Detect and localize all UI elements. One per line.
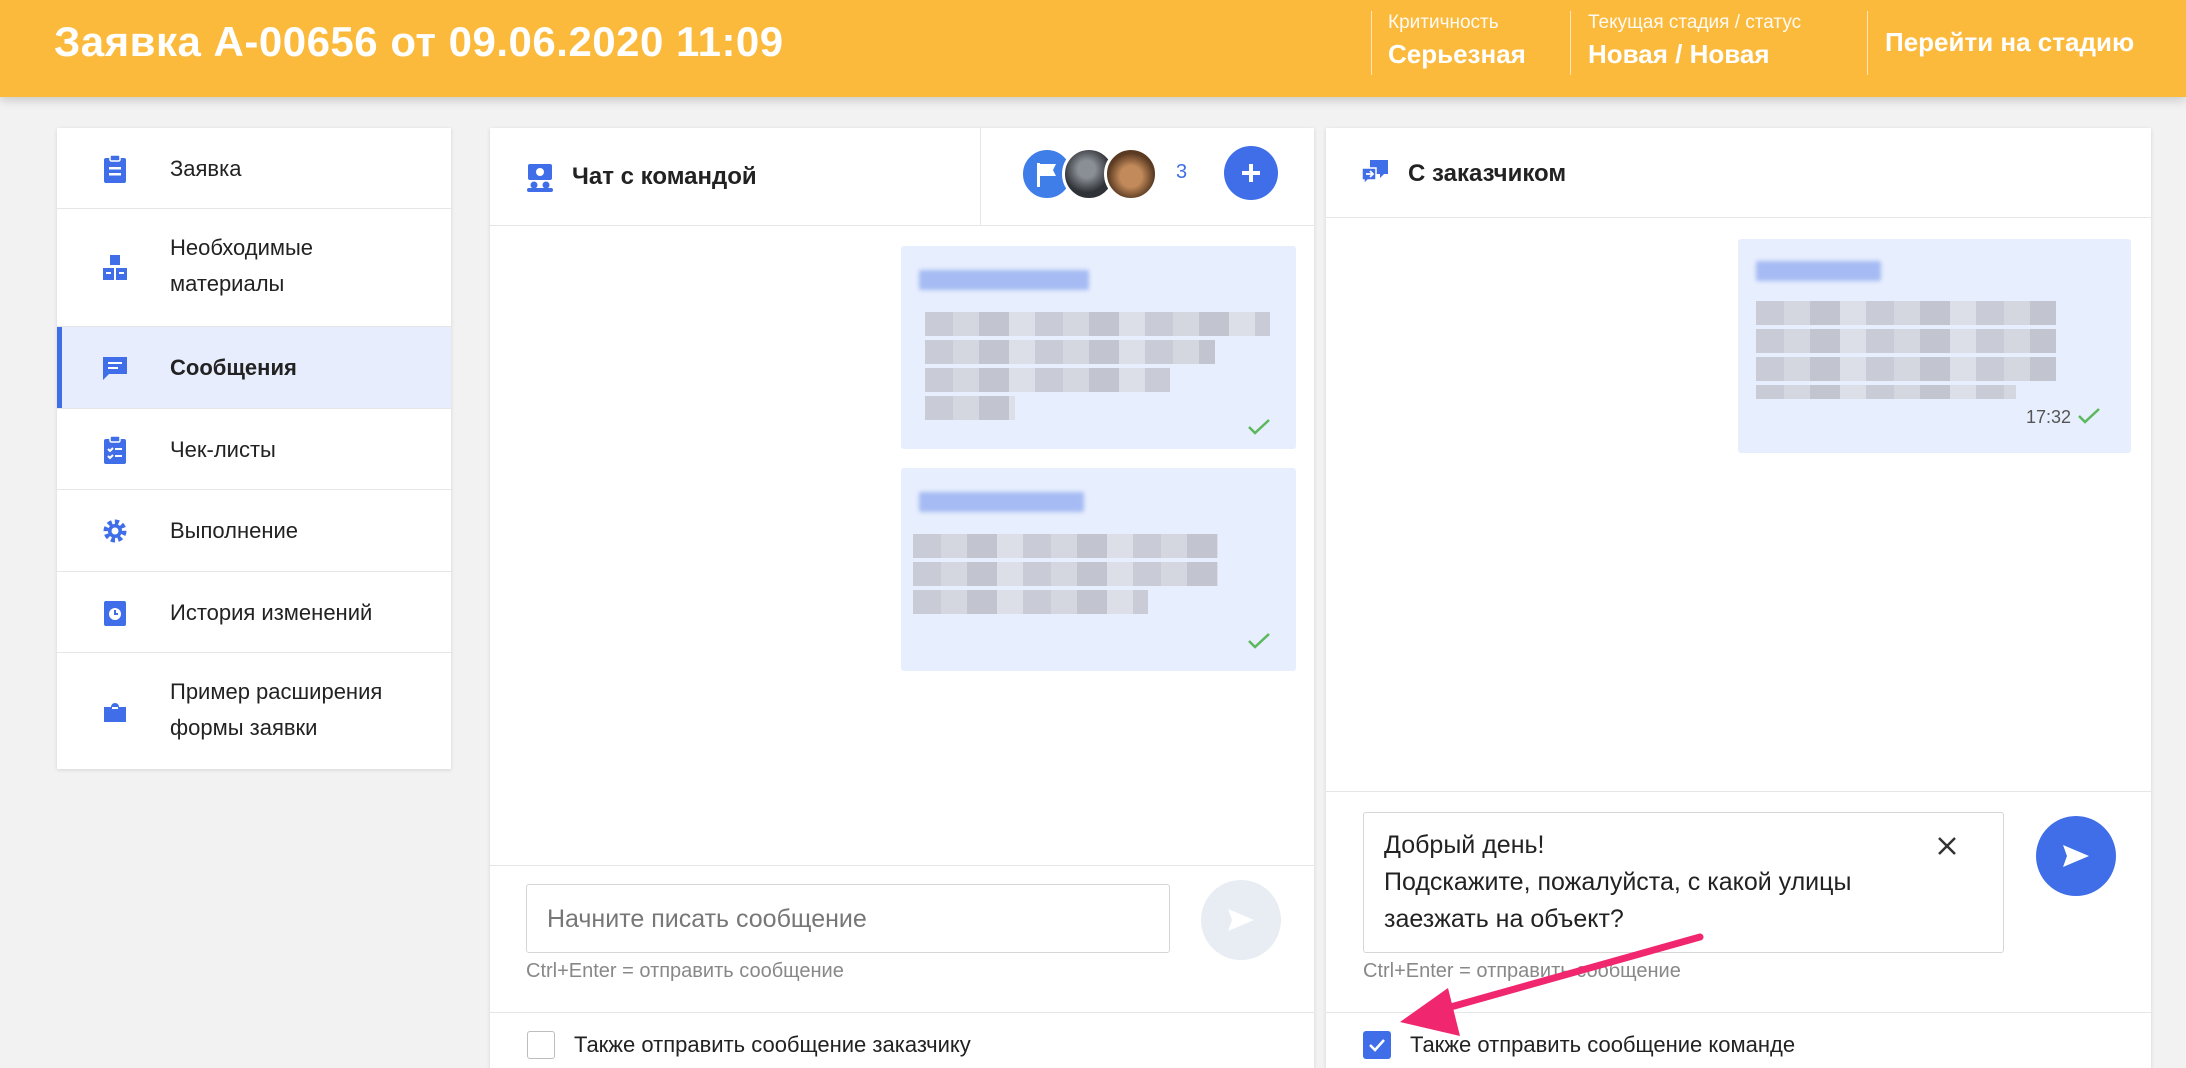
- blurred-text: [913, 590, 1148, 614]
- gear-icon: [101, 517, 129, 545]
- also-send-customer-label: Также отправить сообщение заказчику: [574, 1032, 971, 1057]
- send-icon: [2063, 845, 2089, 867]
- history-icon: [101, 599, 129, 627]
- header-divider: [1371, 11, 1372, 75]
- customer-chat-panel: С заказчиком 17:32 Добрый день! Подскажи…: [1326, 128, 2151, 1068]
- criticality-block: Критичность Серьезная: [1388, 11, 1526, 73]
- sidebar-item-label: Чек-листы: [170, 436, 276, 462]
- blurred-sender: [919, 492, 1084, 512]
- footer-divider: [1326, 1012, 2151, 1013]
- blurred-text: [925, 396, 1015, 420]
- sidebar-item-label: История изменений: [170, 599, 373, 625]
- also-send-customer-checkbox[interactable]: [527, 1031, 555, 1059]
- sidebar-item-execution[interactable]: Выполнение: [57, 490, 451, 572]
- stage-block: Текущая стадия / статус Новая / Новая: [1588, 11, 1801, 73]
- team-chat-header: Чат с командой 3: [490, 128, 1314, 226]
- message-icon: [101, 354, 129, 382]
- participants-count: 3: [1176, 161, 1188, 183]
- sidebar-item-label: Сообщения: [170, 355, 297, 380]
- customer-send-hint: Ctrl+Enter = отправить сообщение: [1363, 960, 1681, 982]
- sidebar-item-request[interactable]: Заявка: [57, 128, 451, 209]
- sidebar-nav: Заявка Необходимые материалы Сообщения Ч…: [57, 128, 451, 769]
- blurred-text: [925, 340, 1215, 364]
- team-chat-title: Чат с командой: [572, 163, 757, 190]
- team-send-hint: Ctrl+Enter = отправить сообщение: [526, 960, 844, 982]
- header-divider: [1867, 11, 1868, 75]
- blurred-text: [1756, 301, 2056, 325]
- customer-chat-title: С заказчиком: [1408, 160, 1567, 187]
- header-divider: [980, 128, 981, 226]
- message-time: 17:32: [2026, 407, 2072, 427]
- customer-input-text: Добрый день! Подскажите, пожалуйста, с к…: [1384, 831, 1852, 933]
- blurred-text: [913, 534, 1218, 558]
- header-divider: [1570, 11, 1571, 75]
- team-send-button[interactable]: [1201, 880, 1281, 960]
- composer-divider: [490, 865, 1314, 866]
- sidebar-item-label: Заявка: [170, 155, 242, 181]
- send-icon: [1228, 909, 1254, 931]
- stage-value: Новая / Новая: [1588, 39, 1770, 69]
- also-send-team-label: Также отправить сообщение команде: [1410, 1032, 1796, 1057]
- read-check-icon: [1248, 633, 1270, 649]
- customer-send-button[interactable]: [2036, 816, 2116, 896]
- sidebar-item-messages[interactable]: Сообщения: [57, 327, 451, 409]
- blurred-text: [1756, 385, 2016, 399]
- read-check-icon: [1248, 419, 1270, 435]
- stage-label: Текущая стадия / статус: [1588, 12, 1802, 33]
- blurred-text: [1756, 357, 2056, 381]
- composer-divider: [1326, 791, 2151, 792]
- goto-stage-button[interactable]: Перейти на стадию: [1885, 27, 2134, 58]
- participant-avatar[interactable]: [1104, 147, 1158, 201]
- chat-transfer-icon: [1361, 160, 1388, 186]
- blurred-text: [1756, 329, 2056, 353]
- team-input-placeholder: Начните писать сообщение: [547, 905, 867, 933]
- sidebar-item-materials[interactable]: Необходимые материалы: [57, 209, 451, 327]
- checkmark-icon: [1369, 1039, 1385, 1052]
- team-chat-panel: Чат с командой 3 Начните писать сообщени…: [490, 128, 1314, 1068]
- blurred-sender: [1756, 261, 1881, 281]
- criticality-value: Серьезная: [1388, 39, 1526, 69]
- message-bubble: [901, 468, 1296, 671]
- sidebar-item-label: Выполнение: [170, 518, 299, 543]
- blurred-text: [913, 562, 1218, 586]
- header-bar: Заявка А-00656 от 09.06.2020 11:09 Крити…: [0, 0, 2186, 97]
- checklist-icon: [101, 434, 129, 464]
- sidebar-item-label: Пример расширения формы заявки: [170, 679, 383, 740]
- plus-icon: [1242, 164, 1260, 182]
- footer-divider: [490, 1012, 1314, 1013]
- clipboard-icon: [101, 153, 129, 183]
- page-title: Заявка А-00656 от 09.06.2020 11:09: [54, 18, 784, 65]
- message-bubble: [901, 246, 1296, 449]
- puzzle-icon: [101, 697, 129, 725]
- sidebar-item-checklists[interactable]: Чек-листы: [57, 409, 451, 490]
- boxes-icon: [101, 254, 129, 282]
- sidebar-item-history[interactable]: История изменений: [57, 572, 451, 653]
- customer-message-input[interactable]: Добрый день! Подскажите, пожалуйста, с к…: [1363, 812, 2004, 953]
- blurred-text: [925, 312, 1270, 336]
- team-icon: [527, 164, 553, 192]
- also-send-team-checkbox[interactable]: [1363, 1031, 1391, 1059]
- message-bubble: 17:32: [1738, 239, 2131, 453]
- blurred-text: [925, 368, 1170, 392]
- sidebar-item-label: Необходимые материалы: [170, 235, 314, 296]
- customer-chat-header: С заказчиком: [1326, 128, 2151, 218]
- sidebar-item-extension-example[interactable]: Пример расширения формы заявки: [57, 653, 451, 769]
- blurred-sender: [919, 270, 1089, 290]
- clear-input-icon[interactable]: [1936, 835, 1958, 857]
- team-message-input[interactable]: Начните писать сообщение: [526, 884, 1170, 953]
- add-participant-button[interactable]: [1224, 146, 1278, 200]
- criticality-label: Критичность: [1388, 12, 1499, 33]
- read-check-icon: [2078, 408, 2100, 424]
